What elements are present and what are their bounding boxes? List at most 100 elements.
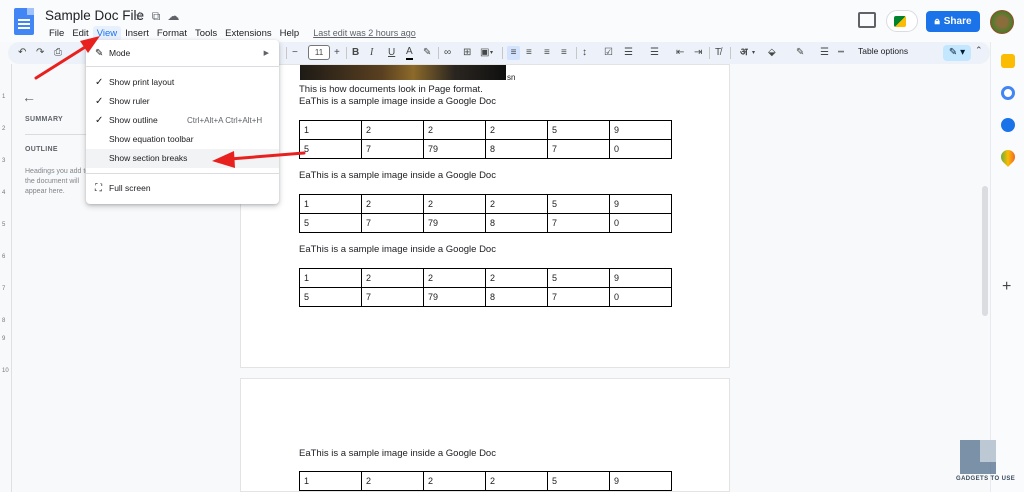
share-button[interactable]: 🔒︎ Share <box>926 11 980 32</box>
table-cell[interactable]: 2 <box>485 471 548 491</box>
highlight-icon[interactable]: ✎ <box>423 46 431 60</box>
document-table[interactable]: 1 2 2 2 5 9 <box>299 471 672 491</box>
clear-formatting-icon[interactable]: T̸ <box>715 46 721 60</box>
table-cell[interactable]: 2 <box>361 120 424 140</box>
table-cell[interactable]: 1 <box>299 194 362 214</box>
insert-link-icon[interactable]: ∞ <box>444 46 451 60</box>
menu-insert[interactable]: Insert <box>121 26 153 41</box>
menu-file[interactable]: File <box>45 26 68 41</box>
document-page[interactable]: EaThis is a sample image inside a Google… <box>240 378 730 492</box>
vertical-ruler[interactable]: 1 2 3 4 5 6 7 8 9 10 <box>0 64 12 492</box>
menu-extensions[interactable]: Extensions <box>221 26 275 41</box>
decrease-font-icon[interactable]: − <box>292 46 298 60</box>
table-cell[interactable]: 5 <box>547 194 610 214</box>
table-cell[interactable]: 0 <box>609 287 672 307</box>
print-icon[interactable]: ⎙ <box>54 46 62 60</box>
font-size-input[interactable]: 11 <box>308 45 330 60</box>
decrease-indent-icon[interactable]: ⇤ <box>676 46 684 60</box>
table-cell[interactable]: 5 <box>299 287 362 307</box>
editing-mode-button[interactable]: ✎ ▾ <box>943 45 971 61</box>
border-width-icon[interactable]: ☰ <box>820 46 829 60</box>
table-cell[interactable]: 2 <box>485 268 548 288</box>
cell-background-icon[interactable]: ⬙ <box>768 46 776 60</box>
table-cell[interactable]: 7 <box>361 139 424 159</box>
meet-button[interactable] <box>886 10 918 32</box>
table-cell[interactable]: 7 <box>361 287 424 307</box>
keep-icon[interactable] <box>1001 54 1015 68</box>
insert-comment-icon[interactable]: ⊞ <box>463 46 471 60</box>
table-cell[interactable]: 2 <box>423 268 486 288</box>
menu-edit[interactable]: Edit <box>68 26 92 41</box>
paragraph-text[interactable]: EaThis is a sample image inside a Google… <box>299 448 496 459</box>
last-edit-link[interactable]: Last edit was 2 hours ago <box>313 26 416 41</box>
undo-icon[interactable]: ↶ <box>18 46 26 60</box>
table-cell[interactable]: 1 <box>299 471 362 491</box>
border-color-icon[interactable]: ✎ <box>796 46 804 60</box>
input-tools-dropdown-icon[interactable]: ▾ <box>752 46 755 60</box>
menu-tools[interactable]: Tools <box>191 26 221 41</box>
justify-icon[interactable]: ≡ <box>561 46 567 60</box>
menu-help[interactable]: Help <box>276 26 304 41</box>
scrollbar-thumb[interactable] <box>982 186 988 316</box>
align-left-icon[interactable]: ≡ <box>507 46 520 60</box>
comment-history-icon[interactable] <box>858 12 876 28</box>
redo-icon[interactable]: ↷ <box>36 46 44 60</box>
table-cell[interactable]: 79 <box>423 287 486 307</box>
bulleted-list-icon[interactable]: ☰ <box>624 46 633 60</box>
star-icon[interactable]: ☆ <box>134 9 145 24</box>
table-cell[interactable]: 2 <box>423 471 486 491</box>
move-folder-icon[interactable]: ⧉ <box>152 9 161 24</box>
input-tools-icon[interactable]: अ <box>740 46 748 60</box>
italic-icon[interactable]: I <box>370 46 373 60</box>
document-table[interactable]: 1 2 2 2 5 9 5 7 79 8 7 0 <box>299 268 672 307</box>
table-cell[interactable]: 5 <box>299 139 362 159</box>
document-image[interactable] <box>300 65 506 80</box>
table-cell[interactable]: 7 <box>547 139 610 159</box>
close-outline-icon[interactable]: ← <box>22 89 36 105</box>
menu-format[interactable]: Format <box>153 26 191 41</box>
insert-image-icon[interactable]: ▣ <box>480 46 489 60</box>
table-cell[interactable]: 8 <box>485 139 548 159</box>
align-right-icon[interactable]: ≡ <box>544 46 550 60</box>
checklist-icon[interactable]: ☑ <box>604 46 613 60</box>
paragraph-text[interactable]: EaThis is a sample image inside a Google… <box>299 96 496 107</box>
table-cell[interactable]: 0 <box>609 139 672 159</box>
table-cell[interactable]: 2 <box>423 120 486 140</box>
view-menu-show-print-layout[interactable]: ✓ Show print layout <box>86 73 279 92</box>
table-cell[interactable]: 2 <box>485 194 548 214</box>
line-spacing-icon[interactable]: ↕ <box>582 46 587 60</box>
view-menu-full-screen[interactable]: ⛶ Full screen <box>86 179 279 198</box>
table-cell[interactable]: 2 <box>361 268 424 288</box>
document-page[interactable]: sn This is how documents look in Page fo… <box>240 64 730 368</box>
image-dropdown-icon[interactable]: ▾ <box>490 46 493 60</box>
increase-font-icon[interactable]: + <box>334 46 340 60</box>
get-addons-icon[interactable]: + <box>1002 278 1011 296</box>
align-center-icon[interactable]: ≡ <box>526 46 532 60</box>
table-cell[interactable]: 2 <box>361 194 424 214</box>
docs-logo-icon[interactable] <box>14 8 34 35</box>
border-dash-icon[interactable]: ┅ <box>838 46 844 60</box>
underline-icon[interactable]: U <box>388 46 395 60</box>
table-cell[interactable]: 2 <box>361 471 424 491</box>
table-cell[interactable]: 8 <box>485 213 548 233</box>
view-menu-show-ruler[interactable]: ✓ Show ruler <box>86 92 279 111</box>
table-cell[interactable]: 79 <box>423 213 486 233</box>
bold-icon[interactable]: B <box>352 46 359 60</box>
table-cell[interactable]: 7 <box>547 213 610 233</box>
collapse-menus-icon[interactable]: ⌃ <box>975 45 983 56</box>
table-cell[interactable]: 9 <box>609 120 672 140</box>
avatar[interactable] <box>990 10 1014 34</box>
contacts-icon[interactable] <box>1001 118 1015 132</box>
paragraph-text[interactable]: This is how documents look in Page forma… <box>299 84 483 95</box>
table-cell[interactable]: 2 <box>485 120 548 140</box>
table-cell[interactable]: 1 <box>299 120 362 140</box>
text-color-icon[interactable]: A <box>406 46 413 60</box>
table-cell[interactable]: 1 <box>299 268 362 288</box>
document-title[interactable]: Sample Doc File <box>45 8 144 23</box>
table-cell[interactable]: 9 <box>609 268 672 288</box>
table-cell[interactable]: 9 <box>609 471 672 491</box>
maps-icon[interactable] <box>998 147 1018 167</box>
table-cell[interactable]: 5 <box>547 120 610 140</box>
paragraph-text[interactable]: EaThis is a sample image inside a Google… <box>299 244 496 255</box>
document-table[interactable]: 1 2 2 2 5 9 5 7 79 8 7 0 <box>299 120 672 159</box>
